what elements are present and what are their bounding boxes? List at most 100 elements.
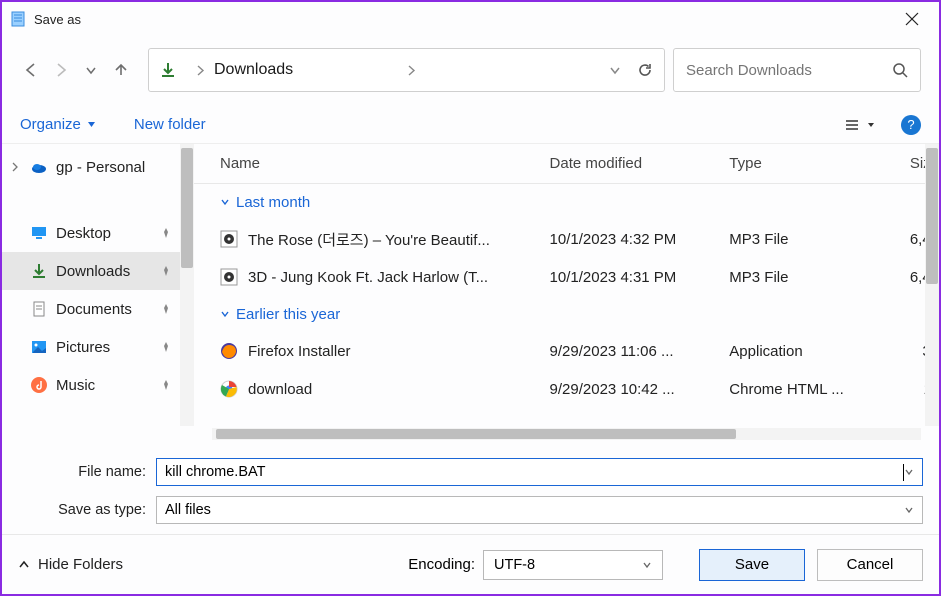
file-type: MP3 File [729,269,879,286]
file-row[interactable]: 3D - Jung Kook Ft. Jack Harlow (T... 10/1… [194,258,939,296]
sidebar-item-music[interactable]: Music [2,366,180,404]
save-button[interactable]: Save [699,549,805,581]
chevron-down-icon[interactable] [642,560,652,570]
forward-button[interactable] [50,59,72,81]
file-name: download [248,381,312,398]
download-icon [159,61,177,79]
sidebar-item-pictures[interactable]: Pictures [2,328,180,366]
refresh-button[interactable] [636,61,654,79]
pin-icon [160,227,172,239]
file-name: The Rose (더로즈) – You're Beautif... [248,229,490,250]
sidebar-scrollbar[interactable] [180,144,194,426]
group-label: Earlier this year [236,306,340,323]
file-row[interactable]: The Rose (더로즈) – You're Beautif... 10/1/2… [194,220,939,258]
firefox-icon [220,342,238,360]
vertical-scrollbar[interactable] [925,144,939,426]
cancel-button[interactable]: Cancel [817,549,923,581]
form-area: File name: kill chrome.BAT Save as type:… [2,440,939,538]
pictures-icon [30,338,48,356]
file-group[interactable]: Earlier this year [194,296,939,332]
back-button[interactable] [20,59,42,81]
nav-row: Downloads [2,36,939,106]
download-icon [30,262,48,280]
toolbar: Organize New folder ? [2,106,939,144]
file-date: 9/29/2023 11:06 ... [550,343,730,360]
sidebar-item-desktop[interactable]: Desktop [2,214,180,252]
sidebar-item-label: Desktop [56,225,152,242]
col-date-header[interactable]: Date modified [550,155,730,172]
pin-icon [160,379,172,391]
filetype-combo[interactable]: All files [156,496,923,524]
view-menu[interactable] [843,116,875,134]
filename-input[interactable]: kill chrome.BAT [156,458,923,486]
file-name: Firefox Installer [248,343,351,360]
file-row[interactable]: download 9/29/2023 10:42 ...Chrome HTML .… [194,370,939,408]
notepad-icon [10,11,26,27]
file-name: 3D - Jung Kook Ft. Jack Harlow (T... [248,269,488,286]
sidebar-item-label: gp - Personal [56,159,180,176]
pin-icon [160,341,172,353]
search-box[interactable] [673,48,921,92]
address-bar[interactable]: Downloads [148,48,665,92]
chevron-right-icon [10,162,22,172]
sidebar-item-documents[interactable]: Documents [2,290,180,328]
filename-value: kill chrome.BAT [165,464,902,480]
pin-icon [160,303,172,315]
audio-icon [220,268,238,286]
horizontal-scrollbar[interactable] [212,428,921,440]
organize-menu[interactable]: Organize [20,116,96,133]
encoding-label: Encoding: [408,556,475,573]
file-type: Chrome HTML ... [729,381,879,398]
help-button[interactable]: ? [901,115,921,135]
desktop-icon [30,224,48,242]
sidebar-item-label: Documents [56,301,152,318]
address-history-dropdown[interactable] [608,63,622,77]
encoding-combo[interactable]: UTF-8 [483,550,663,580]
new-folder-button[interactable]: New folder [134,116,206,133]
column-headers[interactable]: Name Date modified Type Size [194,144,939,184]
sidebar-item-label: Downloads [56,263,152,280]
current-path: Downloads [214,61,398,79]
file-type: Application [729,343,879,360]
file-pane: Name Date modified Type Size Last month T… [194,144,939,440]
chevron-down-icon [220,197,230,207]
filetype-label: Save as type: [18,502,156,518]
chevron-down-icon [220,309,230,319]
recent-dropdown[interactable] [80,59,102,81]
chrome-icon [220,380,238,398]
main-area: gp - Personal Desktop Downloads Documents P… [2,144,939,440]
window-title: Save as [34,12,81,27]
file-date: 10/1/2023 4:31 PM [550,269,730,286]
pin-icon [160,265,172,277]
group-label: Last month [236,194,310,211]
hide-folders-button[interactable]: Hide Folders [18,556,123,573]
chevron-down-icon[interactable] [904,505,914,515]
file-type: MP3 File [729,231,879,248]
sidebar-item-onedrive[interactable]: gp - Personal [2,148,180,186]
bottom-bar: Hide Folders Encoding: UTF-8 Save Cancel [2,534,939,594]
up-button[interactable] [110,59,132,81]
chevron-down-icon[interactable] [904,467,914,477]
sidebar-item-label: Pictures [56,339,152,356]
music-icon [30,376,48,394]
chevron-right-icon [406,65,417,76]
sidebar: gp - Personal Desktop Downloads Documents P… [2,144,180,440]
search-input[interactable] [686,62,892,79]
col-name-header[interactable]: Name [220,155,550,172]
file-date: 10/1/2023 4:32 PM [550,231,730,248]
sidebar-item-downloads[interactable]: Downloads [2,252,180,290]
filetype-value: All files [165,502,904,518]
filename-label: File name: [18,464,156,480]
col-type-header[interactable]: Type [729,155,879,172]
audio-icon [220,230,238,248]
file-row[interactable]: Firefox Installer 9/29/2023 11:06 ...Appl… [194,332,939,370]
chevron-up-icon [18,559,30,571]
search-icon [892,62,908,78]
sidebar-item-label: Music [56,377,152,394]
file-group[interactable]: Last month [194,184,939,220]
close-button[interactable] [893,8,931,30]
onedrive-icon [30,158,48,176]
chevron-right-icon [195,65,206,76]
document-icon [30,300,48,318]
file-date: 9/29/2023 10:42 ... [550,381,730,398]
